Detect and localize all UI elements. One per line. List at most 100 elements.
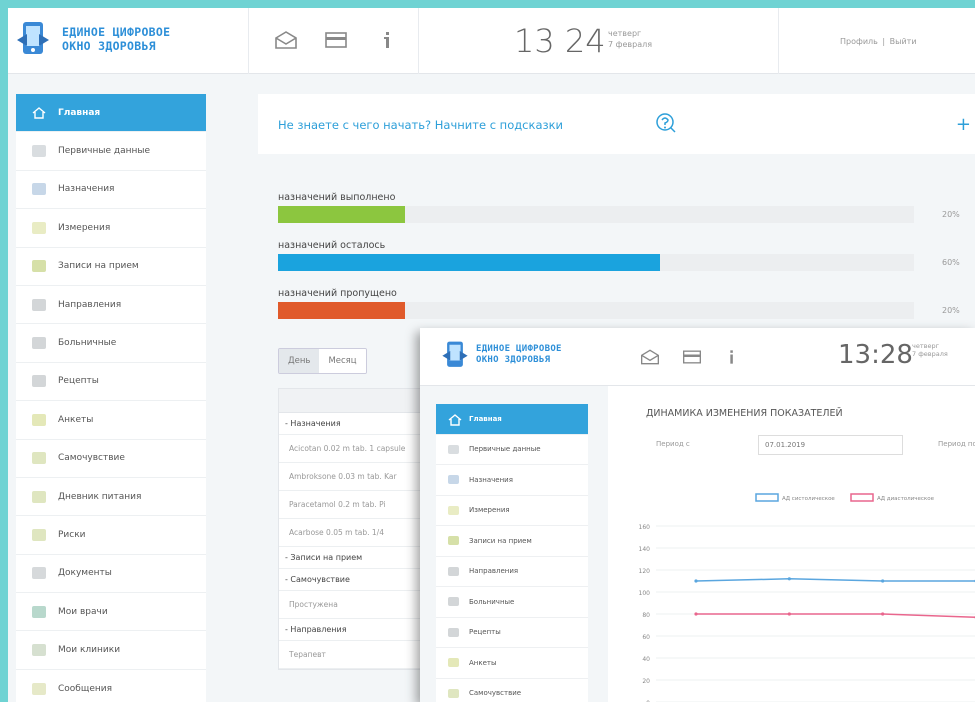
stat-track [278,254,914,271]
profile-link[interactable]: Профиль [840,37,878,46]
sidebar-item-label: Дневник питания [58,491,142,502]
period-tabs: День Месяц [278,348,367,374]
sidebar-item-sick-leave[interactable]: Больничные [16,324,206,363]
sidebar-item-doctors[interactable]: Мои врачи [16,593,206,632]
sidebar-item-prescriptions[interactable]: Назначения [16,171,206,210]
clinics-icon [32,644,46,657]
documents-icon [32,567,46,580]
period-from-label: Период с [656,440,690,448]
sidebar-item-label: Направления [469,567,519,576]
series-point [694,612,698,616]
sidebar-item-label: Направления [58,299,122,310]
primary-data-icon [448,444,459,454]
header-divider [248,8,249,74]
questionnaire-icon [448,658,459,668]
period-from-input[interactable]: 07.01.2019 [758,435,903,455]
sidebar-item-home[interactable]: Главная [16,94,206,133]
sidebar-item-label: Сообщения [58,683,113,694]
sidebar-item-appointments[interactable]: Записи на прием [436,526,588,557]
sidebar-item-label: Больничные [58,338,117,349]
stat-progress-bar [278,254,660,271]
sidebar-item-label: Назначения [469,475,513,484]
sidebar-item-appointments[interactable]: Записи на прием [16,248,206,286]
stat-progress-bar [278,302,406,319]
risks-icon [32,528,46,541]
sidebar-item-measurements[interactable]: Измерения [436,496,588,526]
sidebar-item-recipes[interactable]: Рецепты [16,363,206,402]
overlay-header: ЕДИНОЕ ЦИФРОВОЕ ОКНО ЗДОРОВЬЯ 13:28 четв… [420,328,975,386]
sidebar-item-wellbeing[interactable]: Самочувствие [436,679,588,702]
stat-progress-bar [278,206,406,223]
indicators-chart: 160140120100806040200АД систолическоеАД … [639,493,975,702]
wellbeing-icon [32,452,46,465]
hint-text[interactable]: Не знаете с чего начать? Начните с подск… [278,118,563,132]
sidebar-item-questionnaire[interactable]: Анкеты [436,648,588,679]
sidebar-item-label: Главная [469,414,502,423]
legend-swatch [755,493,779,502]
sidebar-item-recipes[interactable]: Рецепты [436,618,588,648]
overlay-logo[interactable]: ЕДИНОЕ ЦИФРОВОЕ ОКНО ЗДОРОВЬЯ [440,340,596,370]
sidebar-item-label: Измерения [58,222,111,233]
sidebar-item-primary-data[interactable]: Первичные данные [436,435,588,465]
sidebar-item-label: Рецепты [469,628,501,637]
sidebar-item-label: Записи на прием [469,536,532,545]
referrals-icon [448,566,459,576]
legend-label: АД систолическое [782,496,835,502]
tab-day[interactable]: День [279,349,320,373]
messages-icon [32,682,46,695]
sidebar-item-prescriptions[interactable]: Назначения [436,465,588,496]
overlay-clock-time: 13:28 [838,340,913,370]
hint-question-icon[interactable] [655,112,677,134]
link-separator: | [882,37,886,46]
sidebar-item-messages[interactable]: Сообщения [16,670,206,702]
overlay-clock-date-text: 7 февраля [912,350,948,358]
card-icon[interactable] [324,30,348,50]
mail-icon[interactable] [274,30,298,50]
period-to-label: Период по [938,440,975,448]
sidebar-item-label: Самочувствие [469,689,522,698]
header-divider [778,8,779,74]
hint-plus-button[interactable]: + [956,114,971,135]
logout-link[interactable]: Выйти [890,37,917,46]
sidebar-item-nutrition[interactable]: Дневник питания [16,478,206,517]
primary-data-icon [32,145,46,158]
y-tick-label: 20 [642,678,650,685]
sidebar-item-referrals[interactable]: Направления [16,286,206,325]
sidebar-item-label: Измерения [469,506,510,515]
info-icon[interactable] [722,348,746,368]
stat-track [278,302,914,319]
sidebar-item-documents[interactable]: Документы [16,555,206,594]
sidebar-item-questionnaire[interactable]: Анкеты [16,401,206,440]
referrals-icon [32,298,46,311]
logo[interactable]: ЕДИНОЕ ЦИФРОВОЕ ОКНО ЗДОРОВЬЯ [14,20,202,58]
stat-row: назначений пропущено 20% [278,288,960,319]
stat-row: назначений осталось 60% [278,240,960,271]
sidebar-item-risks[interactable]: Риски [16,516,206,555]
sidebar-item-referrals[interactable]: Направления [436,557,588,587]
tab-month[interactable]: Месяц [319,349,366,373]
y-tick-label: 80 [642,612,650,619]
sidebar-item-sick-leave[interactable]: Больничные [436,587,588,618]
recipes-icon [32,375,46,388]
doctors-icon [32,605,46,618]
overlay-clock-date: четверг 7 февраля [912,342,948,358]
sidebar-item-clinics[interactable]: Мои клиники [16,631,206,670]
home-icon [448,414,462,426]
mail-icon[interactable] [640,348,664,368]
sidebar-item-label: Анкеты [469,658,497,667]
sidebar-item-home[interactable]: Главная [436,404,588,435]
info-icon[interactable] [376,30,400,50]
logo-icon [440,340,470,370]
y-tick-label: 100 [639,590,651,597]
stat-label: назначений осталось [278,240,386,251]
sidebar-item-label: Самочувствие [58,453,125,464]
sidebar-item-wellbeing[interactable]: Самочувствие [16,440,206,478]
sidebar-item-measurements[interactable]: Измерения [16,209,206,248]
hint-bar[interactable]: Не знаете с чего начать? Начните с подск… [258,94,975,154]
series-point [881,612,885,616]
card-icon[interactable] [682,348,706,368]
sidebar-item-label: Первичные данные [58,146,151,157]
sidebar-item-primary-data[interactable]: Первичные данные [16,132,206,171]
clock-day: четверг [608,29,642,38]
overlay-sidebar: Главная Первичные данные Назначения Измерен… [436,404,588,702]
